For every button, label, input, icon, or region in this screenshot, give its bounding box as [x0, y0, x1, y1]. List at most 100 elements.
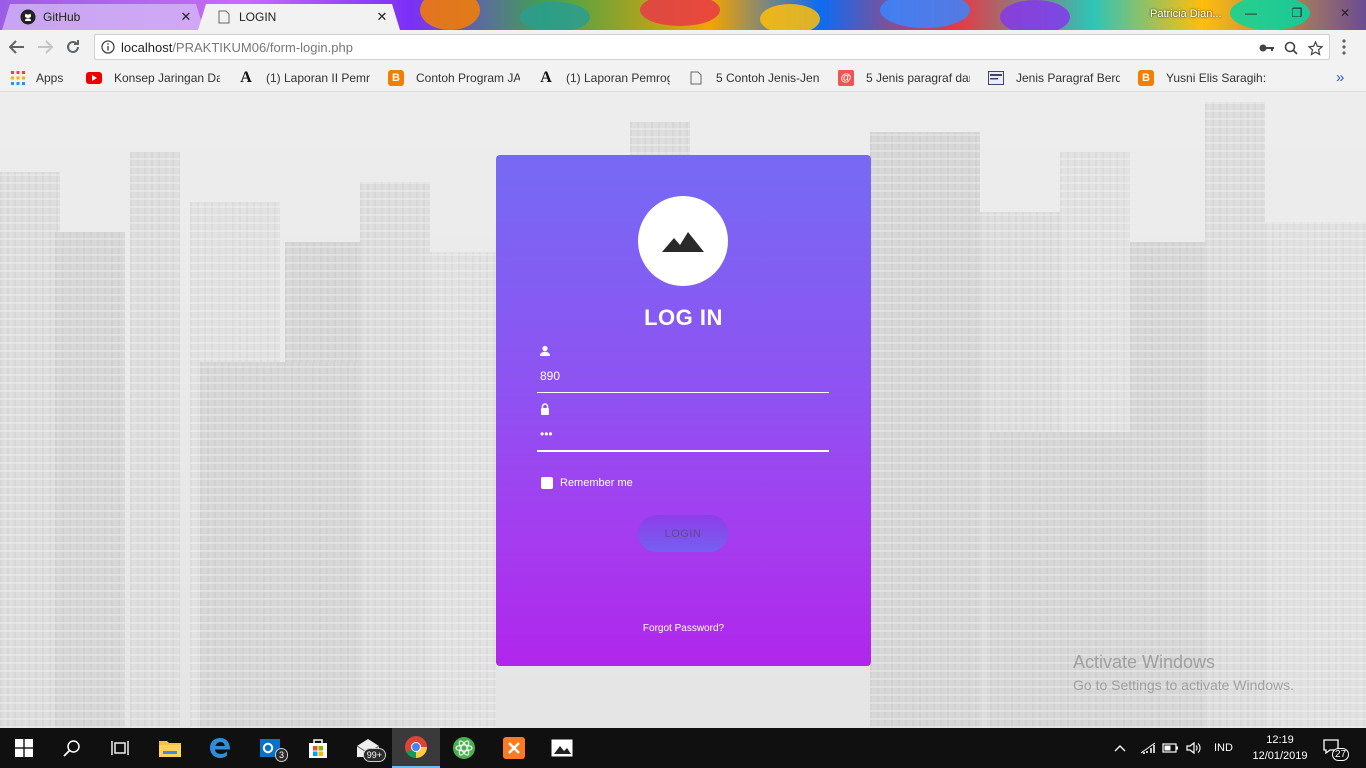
bookmarks-bar: Apps Konsep Jaringan Das A (1) Laporan I… — [0, 64, 1366, 92]
blogger-icon: B — [1138, 69, 1154, 86]
wallpaper-splat — [1000, 0, 1070, 30]
bookmark-apps[interactable]: Apps — [10, 70, 68, 86]
bookmark-star-icon[interactable] — [1307, 40, 1323, 56]
profile-name[interactable]: Patricia Dian... — [1150, 8, 1222, 20]
chrome-menu-icon[interactable] — [1342, 39, 1350, 55]
remember-me-checkbox[interactable] — [541, 477, 553, 489]
close-window-icon[interactable]: ✕ — [1330, 2, 1360, 24]
bookmark-item[interactable]: Jenis Paragraf Berda — [988, 70, 1120, 86]
user-icon — [540, 345, 550, 356]
bookmark-label: Konsep Jaringan Das — [114, 70, 220, 85]
task-view-icon — [111, 741, 129, 755]
bookmark-label: (1) Laporan Pemrog — [566, 70, 670, 85]
blogger-icon: B — [388, 69, 404, 86]
bookmark-label: Contoh Program JA — [416, 70, 520, 85]
page-background: LOG IN Remember me LOGIN Forgot Password… — [0, 92, 1366, 728]
url-text[interactable]: localhost/PRAKTIKUM06/form-login.php — [121, 40, 353, 55]
forgot-password-link[interactable]: Forgot Password? — [496, 623, 871, 634]
close-tab-icon[interactable]: ✕ — [178, 9, 194, 25]
xampp-icon — [503, 737, 525, 759]
start-button[interactable] — [0, 728, 48, 768]
show-hidden-icons[interactable] — [1114, 728, 1126, 768]
bookmark-item[interactable]: Konsep Jaringan Das — [86, 70, 220, 86]
search-button[interactable] — [48, 728, 96, 768]
close-tab-icon[interactable]: ✕ — [374, 9, 390, 25]
network-icon[interactable] — [1140, 728, 1156, 768]
wallpaper-splat — [640, 0, 720, 26]
document-icon — [688, 70, 704, 86]
url-path: /PRAKTIKUM06/form-login.php — [172, 39, 353, 55]
edge-icon — [210, 738, 230, 758]
login-button[interactable]: LOGIN — [638, 515, 728, 552]
restore-icon[interactable]: ❐ — [1282, 2, 1312, 24]
tab-login[interactable]: LOGIN ✕ — [198, 4, 400, 30]
file-explorer-button[interactable] — [146, 728, 194, 768]
clock-date: 12/01/2019 — [1252, 750, 1308, 762]
username-underline — [537, 392, 829, 393]
address-bar[interactable]: localhost/PRAKTIKUM06/form-login.php — [94, 34, 1330, 60]
reload-icon[interactable] — [62, 37, 84, 57]
search-icon — [63, 740, 80, 757]
store-badge: 99+ — [362, 748, 386, 762]
volume-icon[interactable] — [1186, 728, 1202, 768]
back-icon[interactable] — [6, 37, 28, 57]
photos-button[interactable] — [538, 728, 586, 768]
browser-titlebar: GitHub ✕ LOGIN ✕ Patricia Dian... — ❐ ✕ — [0, 0, 1366, 30]
bookmark-item[interactable]: 5 Contoh Jenis-Jenis — [688, 70, 820, 86]
login-title: LOG IN — [644, 305, 723, 330]
edge-button[interactable] — [196, 728, 244, 768]
chrome-button[interactable] — [392, 728, 440, 768]
key-icon[interactable] — [1259, 40, 1275, 56]
forward-icon[interactable] — [34, 37, 56, 57]
site-icon — [988, 70, 1004, 86]
minimize-icon[interactable]: — — [1236, 2, 1266, 24]
bookmark-label: (1) Laporan II Pemro — [266, 70, 370, 85]
lock-icon — [541, 403, 549, 415]
task-view-button[interactable] — [96, 728, 144, 768]
apps-grid-icon — [10, 70, 26, 86]
bookmark-label: Jenis Paragraf Berda — [1016, 70, 1120, 85]
remember-me-label[interactable]: Remember me — [560, 477, 633, 489]
chevron-up-icon — [1114, 745, 1126, 752]
tab-title: LOGIN — [239, 10, 277, 24]
bookmark-item[interactable]: A (1) Laporan Pemrog — [538, 70, 670, 86]
bookmark-item[interactable]: B Yusni Elis Saragih: M — [1138, 69, 1268, 86]
more-bookmarks-icon[interactable]: » — [1336, 69, 1344, 86]
wallpaper-splat — [420, 0, 480, 30]
xampp-button[interactable] — [490, 728, 538, 768]
notification-count: 27 — [1332, 748, 1350, 761]
outlook-button[interactable]: 3 — [246, 728, 294, 768]
academia-icon: A — [540, 69, 552, 86]
mail-badge: 3 — [274, 748, 288, 762]
store-button[interactable] — [294, 728, 342, 768]
bookmark-item[interactable]: A (1) Laporan II Pemro — [238, 70, 370, 86]
photos-icon — [551, 739, 573, 757]
bookmark-item[interactable]: B Contoh Program JA — [388, 69, 520, 86]
atom-icon — [453, 737, 475, 759]
mountain-icon — [662, 232, 704, 252]
input-language[interactable]: IND — [1214, 728, 1233, 768]
battery-icon[interactable] — [1162, 728, 1180, 768]
url-host: localhost — [121, 39, 173, 55]
bookmark-label: Yusni Elis Saragih: M — [1166, 70, 1268, 85]
avatar — [638, 196, 728, 286]
password-underline — [537, 450, 829, 452]
activate-windows-title: Activate Windows — [1073, 652, 1216, 672]
tab-title: GitHub — [43, 10, 81, 24]
bookmark-item[interactable]: @ 5 Jenis paragraf dan — [838, 69, 970, 86]
clock-time: 12:19 — [1266, 734, 1294, 746]
zoom-icon[interactable] — [1283, 40, 1299, 56]
password-input[interactable] — [537, 421, 829, 447]
page-icon — [216, 9, 232, 25]
tab-github[interactable]: GitHub ✕ — [2, 4, 204, 30]
mail-app-button[interactable]: 99+ — [344, 728, 392, 768]
folder-icon — [159, 741, 181, 757]
action-center-button[interactable]: 27 — [1322, 728, 1350, 768]
info-icon[interactable] — [101, 40, 115, 54]
bookmark-label: 5 Contoh Jenis-Jenis — [716, 70, 820, 85]
clock[interactable]: 12:19 12/01/2019 — [1252, 732, 1308, 764]
username-input[interactable] — [537, 363, 829, 389]
bookmark-label: 5 Jenis paragraf dan — [866, 70, 970, 85]
at-icon: @ — [838, 69, 854, 86]
atom-button[interactable] — [440, 728, 488, 768]
